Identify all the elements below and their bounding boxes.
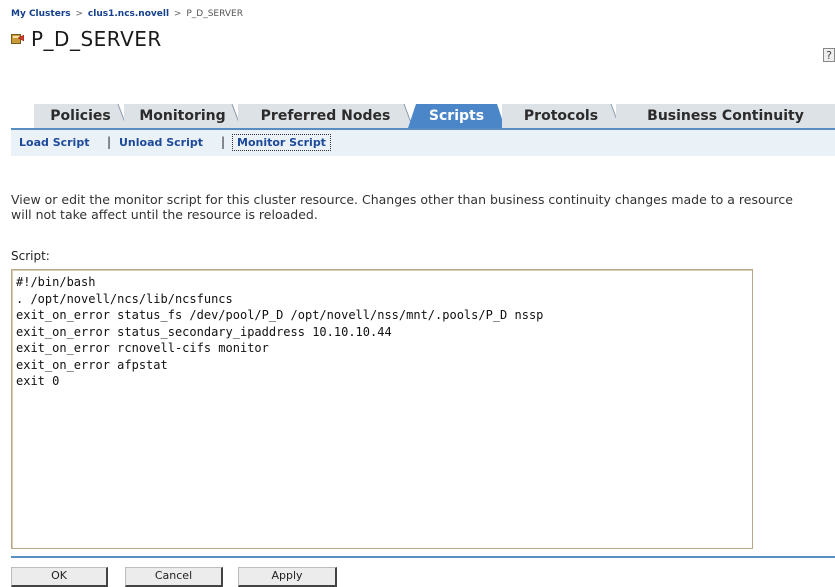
- breadcrumb-current: P_D_SERVER: [186, 9, 243, 19]
- breadcrumb-my-clusters[interactable]: My Clusters: [11, 9, 71, 19]
- tab-monitoring[interactable]: Monitoring: [124, 104, 241, 128]
- tab-label: Scripts: [428, 108, 485, 124]
- apply-button[interactable]: Apply: [238, 567, 337, 587]
- subtab-separator: |: [221, 135, 226, 149]
- script-label: Script:: [11, 249, 50, 263]
- tab-label: Monitoring: [139, 108, 226, 124]
- cluster-resource-icon: [11, 34, 24, 44]
- subtab-monitor-script[interactable]: Monitor Script: [232, 134, 331, 151]
- title-row: P_D_SERVER ?: [11, 27, 835, 62]
- subtab-separator: |: [107, 135, 112, 149]
- tab-scripts[interactable]: Scripts: [408, 104, 505, 128]
- tab-preferred-nodes[interactable]: Preferred Nodes: [238, 104, 413, 128]
- tab-label: Preferred Nodes: [260, 108, 391, 124]
- subtab-load-script[interactable]: Load Script: [19, 136, 89, 149]
- script-subtab-bar: Load Script | Unload Script | Monitor Sc…: [11, 128, 835, 156]
- help-icon[interactable]: ?: [823, 48, 835, 62]
- tab-policies[interactable]: Policies: [34, 104, 127, 128]
- breadcrumb: My Clusters > clus1.ncs.novell > P_D_SER…: [11, 9, 243, 19]
- page-title: P_D_SERVER: [31, 27, 162, 51]
- footer-divider: [11, 556, 835, 558]
- tab-protocols[interactable]: Protocols: [502, 104, 620, 128]
- tab-business-continuity[interactable]: Business Continuity: [616, 104, 835, 128]
- breadcrumb-cluster[interactable]: clus1.ncs.novell: [88, 9, 169, 19]
- script-editor[interactable]: #!/bin/bash . /opt/novell/ncs/lib/ncsfun…: [11, 269, 753, 549]
- breadcrumb-separator: >: [173, 9, 182, 19]
- breadcrumb-separator: >: [75, 9, 84, 19]
- tab-label: Policies: [50, 108, 111, 124]
- ok-button[interactable]: OK: [11, 567, 108, 587]
- subtab-unload-script[interactable]: Unload Script: [119, 136, 203, 149]
- tab-label: Protocols: [523, 108, 599, 124]
- description-text: View or edit the monitor script for this…: [11, 192, 793, 222]
- cancel-button[interactable]: Cancel: [125, 567, 223, 587]
- tab-label: Business Continuity: [647, 108, 804, 124]
- script-text[interactable]: #!/bin/bash . /opt/novell/ncs/lib/ncsfun…: [12, 270, 752, 390]
